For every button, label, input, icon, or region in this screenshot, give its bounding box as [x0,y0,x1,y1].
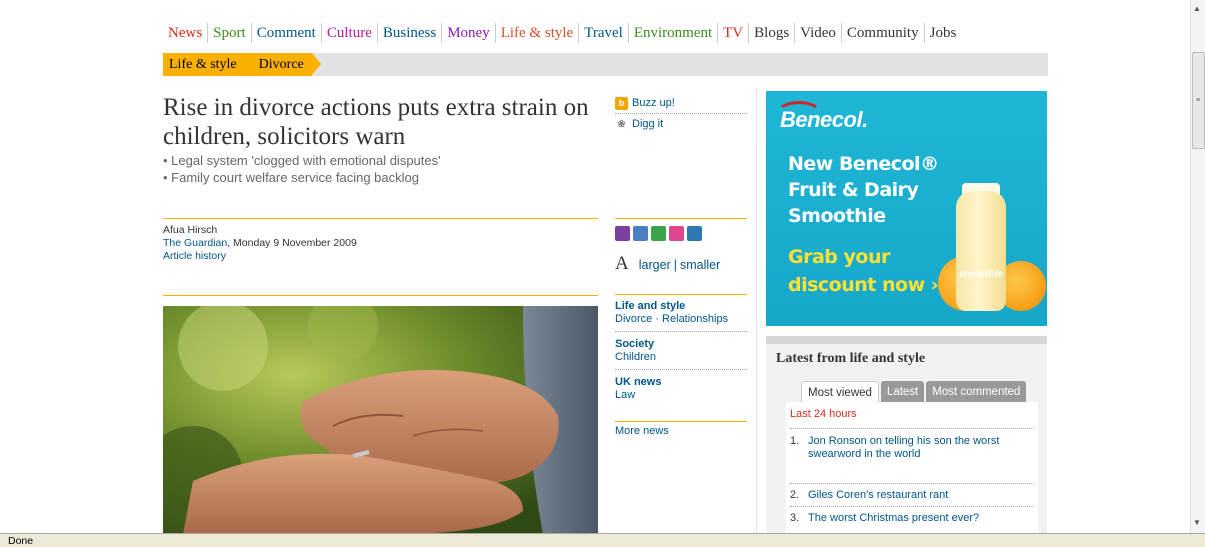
separator: | [673,258,677,272]
bottle-label: smoothie [958,269,1004,280]
related-tags: Life and style Divorce · Relationships S… [615,298,747,411]
digg-icon: ❀ [617,118,626,130]
list-item[interactable]: 1. Jon Ronson on telling his son the wor… [790,428,1034,483]
print-icon[interactable] [615,226,630,241]
section-navigation: News Sport Comment Culture Business Money Life… [163,22,961,44]
text-size-icon: A [615,253,629,274]
column-divider [756,88,757,538]
article-tools [615,226,702,241]
divider [163,295,598,296]
smoothie-bottle-image [956,191,1006,311]
ad-cta: Grab your [788,246,890,268]
nav-environment[interactable]: Environment [627,23,717,43]
most-viewed-panel: Last 24 hours 1. Jon Ronson on telling h… [786,402,1038,547]
nav-money[interactable]: Money [441,23,495,43]
nav-jobs[interactable]: Jobs [923,23,962,43]
divider [615,218,747,219]
buzz-up-label: Buzz up! [632,97,675,109]
publication-link[interactable]: The Guardian [163,237,227,249]
digg-it-link[interactable]: ❀ Digg it [615,114,747,134]
tag-links[interactable]: Children [615,351,747,364]
scroll-up-icon[interactable]: ▲ [1193,4,1201,13]
digg-it-label: Digg it [632,118,664,130]
latest-title: Latest from life and style [776,351,926,366]
tag-links[interactable]: Law [615,389,747,402]
latest-from-life-and-style: Latest from life and style Most viewed L… [766,336,1047,547]
list-item[interactable]: 2. Giles Coren's restaurant rant [790,483,1034,506]
rank-text: Jon Ronson on telling his son the worst … [808,435,1000,460]
scroll-thumb[interactable]: ≡ [1192,52,1205,149]
grip-icon: ≡ [1196,97,1201,104]
divider [615,421,747,422]
scroll-down-icon[interactable]: ▼ [1193,518,1201,527]
nav-tv[interactable]: TV [717,23,748,43]
tag-group: UK news Law [615,374,747,407]
article-byline: Afua Hirsch The Guardian, Monday 9 Novem… [163,224,603,263]
ad-brand: Benecol. [780,107,868,132]
share-column: b Buzz up! ❀ Digg it [615,93,747,134]
breadcrumb-section-label: Life & style [169,57,237,72]
save-icon[interactable] [687,226,702,241]
period-label: Last 24 hours [790,408,857,420]
ad-line: Fruit & Dairy [788,179,919,201]
tag-group: Life and style Divorce · Relationships [615,298,747,332]
article-standfirst: • Legal system 'clogged with emotional d… [163,152,603,186]
rank-number: 2. [790,489,800,501]
publication-date: , Monday 9 November 2009 [227,237,357,249]
nav-video[interactable]: Video [794,23,841,43]
yahoo-buzz-icon: b [615,96,628,110]
tag-heading-link[interactable]: Society [615,338,747,351]
browser-status-bar: Done [0,533,1205,547]
ad-line: Smoothie [788,205,886,227]
tab-latest[interactable]: Latest [880,381,925,403]
author-name: Afua Hirsch [163,224,218,236]
breadcrumb-divorce[interactable]: Divorce [244,53,321,76]
tab-most-viewed[interactable]: Most viewed [801,381,879,403]
article-photo [163,306,598,534]
list-item[interactable]: 3. The worst Christmas present ever? [790,506,1034,526]
tab-most-commented[interactable]: Most commented [926,381,1027,403]
larger-text-link[interactable]: larger [639,258,671,272]
publication-line: The Guardian, Monday 9 November 2009 [163,237,603,250]
article-headline: Rise in divorce actions puts extra strai… [163,94,589,150]
breadcrumb-subsection-label: Divorce [258,57,304,72]
tag-links[interactable]: Divorce · Relationships [615,313,747,326]
email-icon[interactable] [633,226,648,241]
benecol-advert[interactable]: Benecol. New Benecol® Fruit & Dairy Smoo… [766,91,1047,326]
tag-heading-link[interactable]: UK news [615,376,747,389]
vertical-scrollbar[interactable]: ▲ ≡ ▼ [1190,0,1205,533]
more-news-link[interactable]: More news [615,425,669,437]
nav-travel[interactable]: Travel [578,23,628,43]
nav-business[interactable]: Business [376,23,441,43]
latest-tabs: Most viewed Latest Most commented [801,381,1027,403]
tag-heading-link[interactable]: Life and style [615,300,747,313]
share-icon[interactable] [651,226,666,241]
rank-text: The worst Christmas present ever? [808,512,980,524]
nav-comment[interactable]: Comment [250,23,321,43]
ad-cta: discount now › [788,274,939,296]
tag-group: Society Children [615,336,747,370]
rank-text: Giles Coren's restaurant rant [808,489,949,501]
breadcrumb: Life & style Divorce [163,53,321,76]
smaller-text-link[interactable]: smaller [680,258,720,272]
rank-number: 3. [790,512,800,524]
nav-life-style[interactable]: Life & style [494,23,578,43]
nav-sport[interactable]: Sport [207,23,251,43]
buzz-up-link[interactable]: b Buzz up! [615,93,747,113]
nav-news[interactable]: News [163,23,207,43]
divider [615,294,747,295]
nav-blogs[interactable]: Blogs [748,23,794,43]
ad-line: New Benecol® [788,153,939,175]
nav-community[interactable]: Community [840,23,924,43]
text-size-control: A larger | smaller [615,253,720,275]
rank-number: 1. [790,435,800,447]
standfirst-point: • Legal system 'clogged with emotional d… [163,153,441,168]
box-top-bar [766,336,1047,344]
breadcrumb-life-and-style[interactable]: Life & style [163,53,254,76]
divider [163,218,598,219]
clip-icon[interactable] [669,226,684,241]
standfirst-point: • Family court welfare service facing ba… [163,170,419,185]
article-history-link[interactable]: Article history [163,250,603,263]
nav-culture[interactable]: Culture [320,23,377,43]
